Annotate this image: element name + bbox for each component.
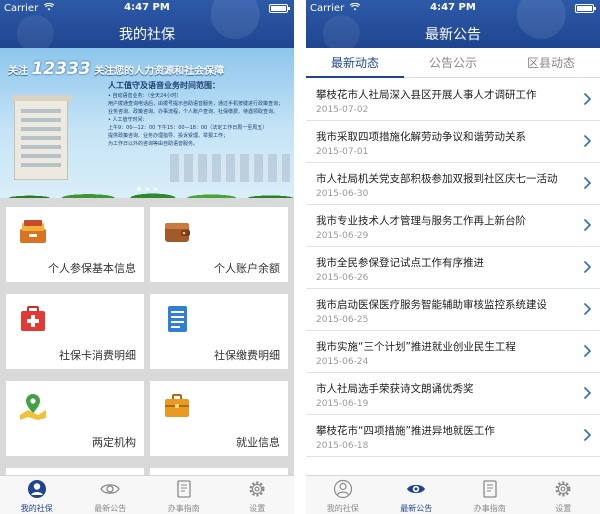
screen-my-social-security: 我的社保 Carrier 4:47 PM 关注 12333 关注您的人力资源和社…	[0, 0, 294, 514]
list-item[interactable]: 攀枝花市“四项措施”推进异地就医工作 2015-06-18	[306, 415, 600, 457]
tab-district-news[interactable]: 区县动态	[502, 48, 600, 78]
tile-label: 社保缴费明细	[214, 349, 280, 362]
battery-icon	[575, 4, 596, 13]
tab-settings[interactable]: 设置	[527, 476, 600, 514]
news-title: 攀枝花市“四项措施”推进异地就医工作	[316, 425, 495, 437]
wallet-icon	[165, 223, 190, 242]
tile-label: 个人参保基本信息	[48, 262, 136, 275]
news-date: 2015-06-25	[316, 315, 369, 325]
news-date: 2015-07-01	[316, 147, 369, 157]
banner-headline: 关注 12333 关注您的人力资源和社会保障	[8, 59, 225, 79]
battery-icon	[269, 4, 290, 13]
tile-account-balance[interactable]: 个人账户余额	[150, 207, 288, 282]
tile-personal-insurance-info[interactable]: 个人参保基本信息	[6, 207, 144, 282]
news-title: 攀枝花市人社局深入县区开展人事人才调研工作	[316, 89, 537, 101]
news-list: 攀枝花市人社局深入县区开展人事人才调研工作 2015-07-02 我市采取四项措…	[306, 79, 600, 475]
news-date: 2015-06-30	[316, 189, 369, 199]
list-item[interactable]: 我市启动医保医疗服务智能辅助审核监控系统建设 2015-06-25	[306, 289, 600, 331]
news-title: 我市专业技术人才管理与服务工作再上新台阶	[316, 215, 526, 227]
segmented-tabs: 最新动态 公告公示 区县动态	[306, 48, 600, 78]
news-title: 市人社局机关党支部积极参加双报到社区庆七一活动	[316, 173, 558, 185]
gear-icon	[249, 481, 265, 497]
list-item[interactable]: 我市采取四项措施化解劳动争议和谐劳动关系 2015-07-01	[306, 121, 600, 163]
gear-icon	[555, 481, 571, 497]
tile-partial	[150, 468, 288, 475]
chevron-right-icon	[583, 428, 592, 442]
eye-icon	[100, 484, 120, 494]
page-dot[interactable]	[145, 187, 149, 191]
list-item[interactable]: 我市全民参保登记试点工作有序推进 2015-06-26	[306, 247, 600, 289]
tab-my-social-security[interactable]: 我的社保	[306, 476, 380, 514]
tile-employment-info[interactable]: 就业信息	[150, 381, 288, 456]
document-icon	[483, 480, 497, 498]
active-tab-indicator	[306, 76, 404, 78]
chevron-right-icon	[583, 344, 592, 358]
screen-latest-notices: 最新公告 Carrier 4:47 PM 最新动态 公告公示 区县动态 攀枝花市…	[306, 0, 600, 514]
news-date: 2015-06-26	[316, 273, 369, 283]
carousel-page-indicator[interactable]	[0, 176, 294, 195]
map-pin-icon	[20, 394, 46, 420]
list-item-partial	[306, 457, 600, 475]
news-title: 我市全民参保登记试点工作有序推进	[316, 257, 484, 269]
eye-icon	[407, 484, 426, 494]
page-title: 我的社保	[119, 27, 175, 43]
news-date: 2015-06-29	[316, 231, 369, 241]
list-item[interactable]: 我市专业技术人才管理与服务工作再上新台阶 2015-06-29	[306, 205, 600, 247]
person-icon	[333, 479, 352, 499]
news-date: 2015-06-18	[316, 441, 369, 451]
chevron-right-icon	[583, 260, 592, 274]
chevron-right-icon	[583, 134, 592, 148]
tab-announcements[interactable]: 公告公示	[404, 48, 502, 78]
news-date: 2015-07-02	[316, 105, 369, 115]
tile-label: 个人账户余额	[214, 262, 280, 275]
tab-guide[interactable]: 办事指南	[453, 476, 527, 514]
service-hours-notice: 人工值守及语音业务时间范围： • 自动语音业务：（全天24小时） 用户拨通查询电…	[108, 81, 284, 148]
drawer-icon	[20, 220, 46, 243]
page-title: 最新公告	[425, 27, 481, 43]
status-bar: Carrier 4:47 PM	[306, 0, 600, 17]
medical-kit-icon	[21, 306, 45, 331]
tile-payment-details[interactable]: 社保缴费明细	[150, 294, 288, 369]
list-item[interactable]: 攀枝花市人社局深入县区开展人事人才调研工作 2015-07-02	[306, 79, 600, 121]
clock: 4:47 PM	[430, 2, 476, 13]
announcement-banner[interactable]: 关注 12333 关注您的人力资源和社会保障 人工值守及语音业务时间范围： • …	[0, 48, 294, 198]
chevron-right-icon	[583, 302, 592, 316]
tile-card-consumption[interactable]: 社保卡消费明细	[6, 294, 144, 369]
list-item[interactable]: 市人社局选手荣获诗文朗诵优秀奖 2015-06-19	[306, 373, 600, 415]
list-item[interactable]: 市人社局机关党支部积极参加双报到社区庆七一活动 2015-06-30	[306, 163, 600, 205]
tab-latest-news[interactable]: 最新动态	[306, 48, 404, 78]
tab-bar: 我的社保 最新公告 办事指南 设置	[0, 475, 294, 514]
tab-latest-notices[interactable]: 最新公告	[74, 476, 148, 514]
clock: 4:47 PM	[124, 2, 170, 13]
tab-settings[interactable]: 设置	[221, 476, 295, 514]
document-icon	[177, 480, 191, 498]
service-grid: 个人参保基本信息 个人账户余额 社保卡消费明细 社保缴费明细 两定机构 就业信息	[0, 198, 294, 475]
chevron-right-icon	[583, 92, 592, 106]
briefcase-icon	[165, 394, 189, 417]
tab-guide[interactable]: 办事指南	[147, 476, 221, 514]
news-title: 我市启动医保医疗服务智能辅助审核监控系统建设	[316, 299, 547, 311]
tile-label: 社保卡消费明细	[59, 349, 136, 362]
news-title: 我市采取四项措施化解劳动争议和谐劳动关系	[316, 131, 526, 143]
status-bar: Carrier 4:47 PM	[0, 0, 294, 17]
tab-bar: 我的社保 最新公告 办事指南 设置	[306, 475, 600, 514]
list-item[interactable]: 我市实施“三个计划”推进就业创业民生工程 2015-06-24	[306, 331, 600, 373]
tab-my-social-security[interactable]: 我的社保	[0, 476, 74, 514]
news-date: 2015-06-19	[316, 399, 369, 409]
news-date: 2015-06-24	[316, 357, 369, 367]
tile-label: 就业信息	[236, 436, 280, 449]
person-icon	[27, 480, 46, 498]
chevron-right-icon	[583, 386, 592, 400]
tile-designated-institutions[interactable]: 两定机构	[6, 381, 144, 456]
page-dot[interactable]	[153, 187, 157, 191]
tile-label: 两定机构	[92, 436, 136, 449]
news-title: 我市实施“三个计划”推进就业创业民生工程	[316, 341, 516, 353]
page-dot[interactable]	[137, 187, 141, 191]
document-icon	[168, 306, 187, 332]
chevron-right-icon	[583, 218, 592, 232]
tile-partial	[6, 468, 144, 475]
news-title: 市人社局选手荣获诗文朗诵优秀奖	[316, 383, 474, 395]
tab-latest-notices[interactable]: 最新公告	[380, 476, 454, 514]
chevron-right-icon	[583, 176, 592, 190]
